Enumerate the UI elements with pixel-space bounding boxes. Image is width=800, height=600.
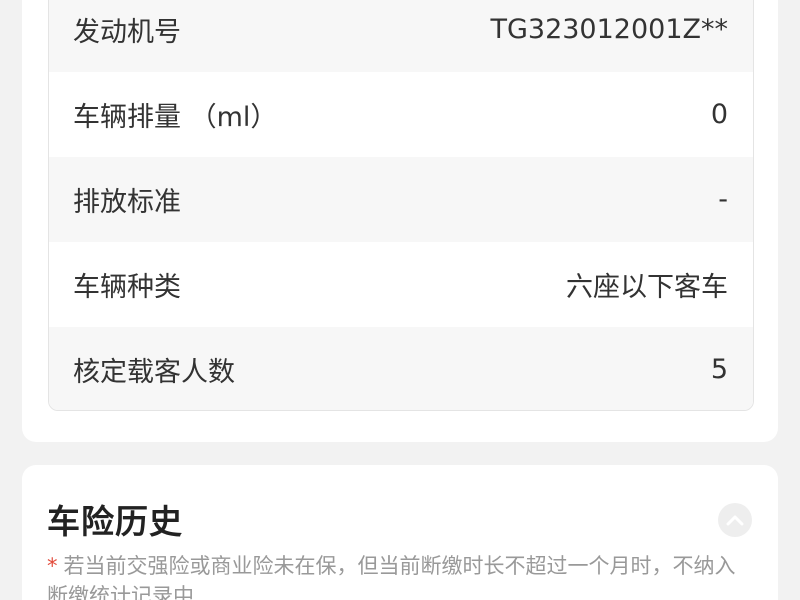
insurance-history-card: 车险历史 * 若当前交强险或商业险未在保，但当前断缴时长不超过一个月时，不纳入断缴… [22, 465, 778, 600]
info-row-label: 车辆种类 [73, 272, 181, 303]
vehicle-info-table: 发动机号 TG323012001Z** 车辆排量 （ml） 0 排放标准 - 车… [48, 0, 754, 411]
info-row-vehicle-type: 车辆种类 六座以下客车 [49, 242, 753, 327]
info-row-label: 核定载客人数 [73, 357, 235, 388]
info-row-engine-number: 发动机号 TG323012001Z** [49, 0, 753, 72]
info-row-value: - [718, 184, 728, 215]
info-row-passenger-capacity: 核定载客人数 5 [49, 327, 753, 410]
info-row-label: 车辆排量 （ml） [73, 102, 278, 133]
info-row-value: TG323012001Z** [490, 14, 728, 45]
vehicle-info-card: 发动机号 TG323012001Z** 车辆排量 （ml） 0 排放标准 - 车… [22, 0, 778, 442]
section-title: 车险历史 [47, 502, 183, 541]
info-row-label: 发动机号 [73, 17, 181, 48]
collapse-button[interactable] [718, 503, 752, 537]
required-marker: * [47, 554, 58, 578]
info-row-emission-standard: 排放标准 - [49, 157, 753, 242]
notice-text: 若当前交强险或商业险未在保，但当前断缴时长不超过一个月时，不纳入断缴统计记录中 [47, 554, 736, 600]
chevron-up-icon [726, 515, 744, 526]
info-row-value: 0 [710, 99, 728, 130]
info-row-displacement: 车辆排量 （ml） 0 [49, 72, 753, 157]
info-row-label: 排放标准 [73, 187, 181, 218]
insurance-notice: * 若当前交强险或商业险未在保，但当前断缴时长不超过一个月时，不纳入断缴统计记录中 [47, 551, 747, 600]
info-row-value: 六座以下客车 [566, 272, 728, 303]
info-row-value: 5 [710, 354, 728, 385]
page: 发动机号 TG323012001Z** 车辆排量 （ml） 0 排放标准 - 车… [0, 0, 800, 600]
